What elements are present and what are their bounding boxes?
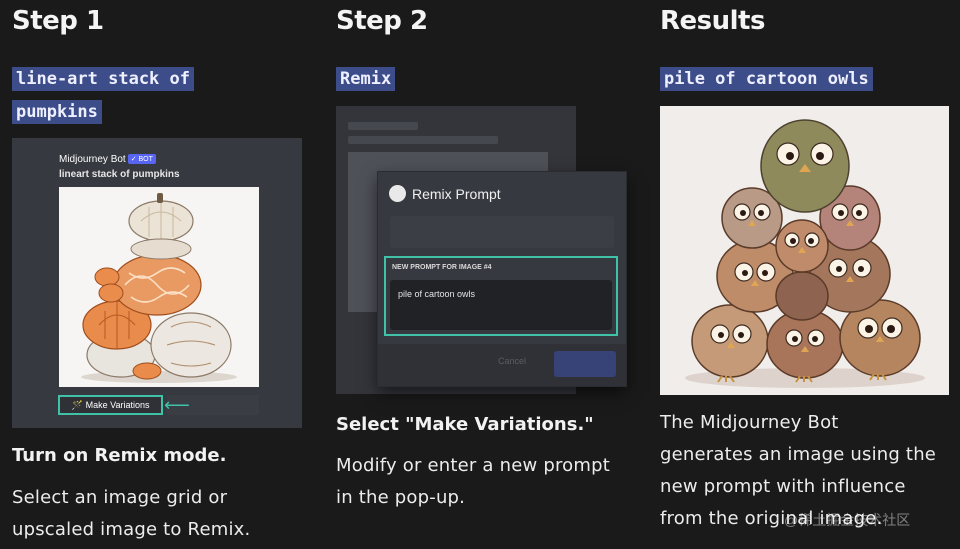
arrow-left-icon: ⟵ <box>164 395 190 415</box>
step1-title: Step 1 <box>12 6 104 36</box>
new-prompt-input[interactable]: pile of cartoon owls <box>390 280 612 330</box>
cancel-button[interactable]: Cancel <box>498 356 526 366</box>
pumpkin-illustration <box>59 187 259 387</box>
results-column: Results pile of cartoon owls The Midjour… <box>660 0 955 549</box>
step2-prompt-tag: Remix <box>336 66 396 92</box>
results-body-line3: new prompt with influence <box>660 476 906 497</box>
ghost-bot-name <box>348 122 418 130</box>
owl-pile-image[interactable] <box>660 106 949 395</box>
step1-body-line1: Select an image grid or <box>12 487 228 508</box>
step2-body-line2: in the pop-up. <box>336 487 466 508</box>
modal-footer: Cancel <box>378 344 626 386</box>
ghost-prompt <box>348 136 498 144</box>
watermark: @稀土掘金技术社区 <box>784 512 911 528</box>
make-variations-button[interactable]: 🪄 Make Variations <box>58 395 163 415</box>
step1-prompt-tag: line-art stack of pumpkins <box>12 66 194 124</box>
bot-badge: ✓ BOT <box>127 154 156 165</box>
remix-prompt-modal: Remix Prompt NEW PROMPT FOR IMAGE #4 pil… <box>378 172 626 386</box>
step1-column: Step 1 line-art stack of pumpkins Midjou… <box>12 0 312 549</box>
results-body-line1: The Midjourney Bot <box>660 412 839 433</box>
submit-button[interactable] <box>554 351 616 377</box>
step1-prompt-line1: line-art stack of <box>12 67 194 91</box>
modal-notice <box>390 216 614 248</box>
results-prompt-tag: pile of cartoon owls <box>660 66 873 92</box>
new-prompt-section: NEW PROMPT FOR IMAGE #4 pile of cartoon … <box>384 256 618 336</box>
results-body-line2: generates an image using the <box>660 444 937 465</box>
bot-prompt-text: lineart stack of pumpkins <box>59 169 180 180</box>
step1-prompt-line2: pumpkins <box>12 100 102 124</box>
new-prompt-label: NEW PROMPT FOR IMAGE #4 <box>392 264 492 271</box>
step2-heading: Select "Make Variations." <box>336 414 594 435</box>
modal-title: Remix Prompt <box>412 186 501 202</box>
bot-name: Midjourney Bot <box>59 154 126 165</box>
bot-name-row: Midjourney Bot ✓ BOT <box>59 154 156 165</box>
make-variations-label: Make Variations <box>85 400 150 410</box>
step2-prompt-text: Remix <box>336 67 396 91</box>
magic-wand-icon: 🪄 <box>71 399 83 410</box>
step1-body-line2: upscaled image to Remix. <box>12 519 251 540</box>
owl-illustration <box>660 106 949 395</box>
pumpkin-stack-image[interactable] <box>59 187 259 387</box>
midjourney-logo-icon <box>389 185 406 202</box>
step2-column: Step 2 Remix Remix Prompt NEW PROMPT FOR… <box>336 0 636 549</box>
step2-body-line1: Modify or enter a new prompt <box>336 455 610 476</box>
step2-title: Step 2 <box>336 6 428 36</box>
discord-screenshot-step1: Midjourney Bot ✓ BOT lineart stack of pum… <box>12 138 302 428</box>
results-prompt-text: pile of cartoon owls <box>660 67 873 91</box>
step1-heading: Turn on Remix mode. <box>12 445 227 466</box>
results-title: Results <box>660 6 765 36</box>
